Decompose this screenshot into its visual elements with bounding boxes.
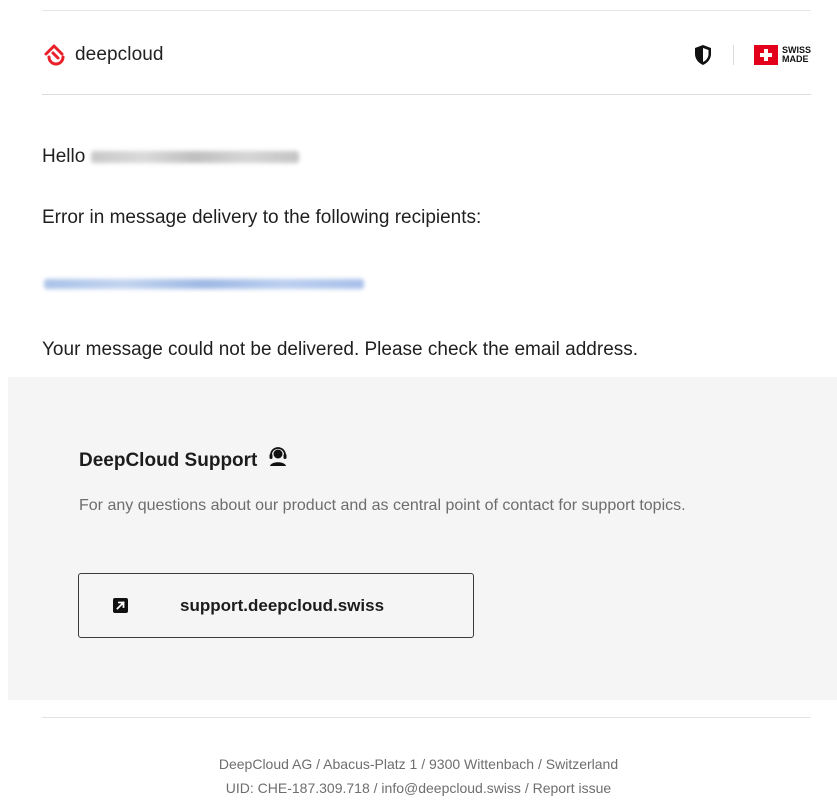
brand[interactable]: deepcloud (42, 40, 164, 70)
footer-sep: / (534, 756, 546, 772)
support-title-text: DeepCloud Support (79, 450, 258, 471)
footer-divider (42, 717, 811, 718)
greeting-word: Hello (42, 146, 86, 167)
footer-country: Switzerland (545, 756, 619, 772)
footer-sep: / (312, 756, 324, 772)
shield-icon (694, 45, 711, 65)
support-description: For any questions about our product and … (79, 497, 686, 514)
footer-address: DeepCloud AG / Abacus-Platz 1 / 9300 Wit… (0, 756, 837, 772)
email-header: deepcloud SWISS MADE (42, 40, 811, 76)
footer-company: DeepCloud AG (218, 756, 313, 772)
report-issue-link[interactable]: Report issue (533, 780, 612, 796)
support-link-button[interactable]: support.deepcloud.swiss (78, 573, 474, 638)
swiss-flag-icon (753, 45, 778, 65)
support-panel: DeepCloud Support For any questions abou… (8, 377, 837, 700)
redacted-recipient-email[interactable] (44, 279, 364, 289)
header-badges: SWISS MADE (693, 42, 811, 68)
footer-uid: UID: CHE-187.309.718 (225, 780, 370, 796)
support-link-label: support.deepcloud.swiss (180, 595, 385, 615)
support-agent-icon (269, 447, 287, 466)
footer-sep: / (417, 756, 430, 772)
footer-street: Abacus-Platz 1 (323, 756, 418, 772)
deepcloud-logo-icon (44, 44, 65, 66)
top-divider (42, 10, 811, 11)
external-link-arrow-icon (113, 598, 128, 613)
footer-sep: / (520, 780, 533, 796)
error-line: Error in message delivery to the followi… (42, 207, 482, 228)
swiss-made-text: SWISS MADE (782, 46, 811, 64)
swiss-made-line2: MADE (781, 54, 809, 64)
footer-legal: UID: CHE-187.309.718 / info@deepcloud.sw… (0, 780, 837, 796)
instruction-line: Your message could not be delivered. Ple… (42, 339, 639, 360)
header-divider (42, 94, 811, 95)
footer-sep: / (369, 780, 382, 796)
redacted-recipient-name (91, 150, 300, 163)
brand-name: deepcloud (75, 44, 164, 65)
greeting-line: Hello (42, 146, 300, 168)
footer-email-link[interactable]: info@deepcloud.swiss (381, 780, 521, 796)
header-separator (732, 45, 734, 65)
support-title: DeepCloud Support (79, 447, 289, 472)
swiss-made-badge: SWISS MADE (753, 45, 811, 65)
footer-city: 9300 Wittenbach (429, 756, 535, 772)
